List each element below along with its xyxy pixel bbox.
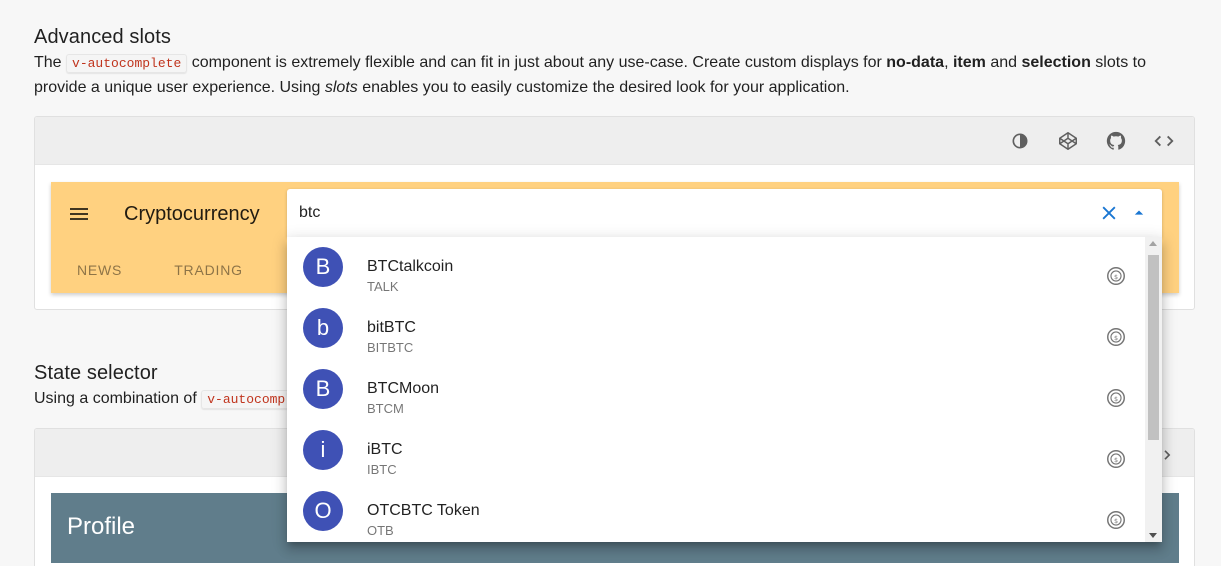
avatar: O <box>303 491 343 531</box>
desc-text: , <box>944 54 949 71</box>
scrollbar-thumb[interactable] <box>1148 255 1159 440</box>
scroll-up-arrow-icon[interactable] <box>1149 241 1157 246</box>
item-name: BTCtalkcoin <box>367 258 454 275</box>
list-item[interactable]: b bitBTC BITBTC $ <box>287 298 1145 359</box>
item-symbol: OTB <box>367 523 394 538</box>
github-icon[interactable] <box>1092 127 1140 155</box>
section-title-advanced-slots: Advanced slots <box>34 26 172 48</box>
scroll-down-arrow-icon[interactable] <box>1149 533 1157 538</box>
hamburger-menu-icon[interactable] <box>67 202 91 226</box>
desc-bold: item <box>952 54 986 71</box>
list-item[interactable]: B BTCtalkcoin TALK $ <box>287 237 1145 298</box>
avatar: B <box>303 369 343 409</box>
section-title-state-selector: State selector <box>34 362 158 384</box>
desc-text: Using a combination of <box>34 390 197 407</box>
crypto-search-autocomplete[interactable] <box>287 189 1162 237</box>
invert-colors-icon[interactable] <box>996 127 1044 155</box>
item-name: bitBTC <box>367 319 416 336</box>
svg-text:$: $ <box>1114 395 1118 403</box>
desc-text: and <box>990 54 1018 71</box>
item-symbol: IBTC <box>367 462 397 477</box>
item-symbol: BITBTC <box>367 340 414 355</box>
code-icon[interactable] <box>1140 127 1188 155</box>
app-title: Cryptocurrency <box>124 203 260 225</box>
desc-text: The <box>34 54 62 71</box>
code-icon[interactable] <box>1160 445 1180 465</box>
svg-text:$: $ <box>1114 456 1118 464</box>
inline-code: v-autocomplete <box>66 54 188 73</box>
inline-code: v-autocompl <box>201 390 300 409</box>
list-item[interactable]: B BTCMoon BTCM $ <box>287 359 1145 420</box>
coin-icon: $ <box>1105 265 1129 289</box>
menu-up-icon[interactable] <box>1129 203 1149 223</box>
desc-text: component is extremely flexible and can … <box>191 54 882 71</box>
menu-scrollbar[interactable] <box>1145 237 1162 542</box>
advanced-slots-description: The v-autocomplete component is extremel… <box>34 51 1199 100</box>
search-input[interactable] <box>299 201 1059 225</box>
desc-text: enables you to easily customize the desi… <box>362 79 850 96</box>
item-symbol: BTCM <box>367 401 404 416</box>
codepen-icon[interactable] <box>1044 127 1092 155</box>
item-name: BTCMoon <box>367 380 440 397</box>
list-item[interactable]: i iBTC IBTC $ <box>287 420 1145 481</box>
item-symbol: TALK <box>367 279 399 294</box>
example-toolbar <box>35 117 1194 165</box>
autocomplete-results-menu: B BTCtalkcoin TALK $ b bitBTC BITBTC $ B… <box>287 237 1162 542</box>
item-name: OTCBTC Token <box>367 502 480 519</box>
coin-icon: $ <box>1105 326 1129 350</box>
desc-bold: selection <box>1021 54 1091 71</box>
desc-italic: slots <box>324 79 358 96</box>
avatar: B <box>303 247 343 287</box>
tab-news[interactable]: News <box>51 246 148 294</box>
desc-bold: no-data <box>886 54 945 71</box>
profile-title: Profile <box>67 513 136 540</box>
svg-text:$: $ <box>1114 334 1118 342</box>
avatar: b <box>303 308 343 348</box>
tab-trading[interactable]: Trading <box>148 246 269 294</box>
coin-icon: $ <box>1105 509 1129 533</box>
coin-icon: $ <box>1105 387 1129 411</box>
item-name: iBTC <box>367 441 403 458</box>
avatar: i <box>303 430 343 470</box>
svg-text:$: $ <box>1114 273 1118 281</box>
coin-icon: $ <box>1105 448 1129 472</box>
svg-text:$: $ <box>1114 517 1118 525</box>
close-icon[interactable] <box>1099 203 1119 223</box>
list-item[interactable]: O OTCBTC Token OTB $ <box>287 481 1145 542</box>
